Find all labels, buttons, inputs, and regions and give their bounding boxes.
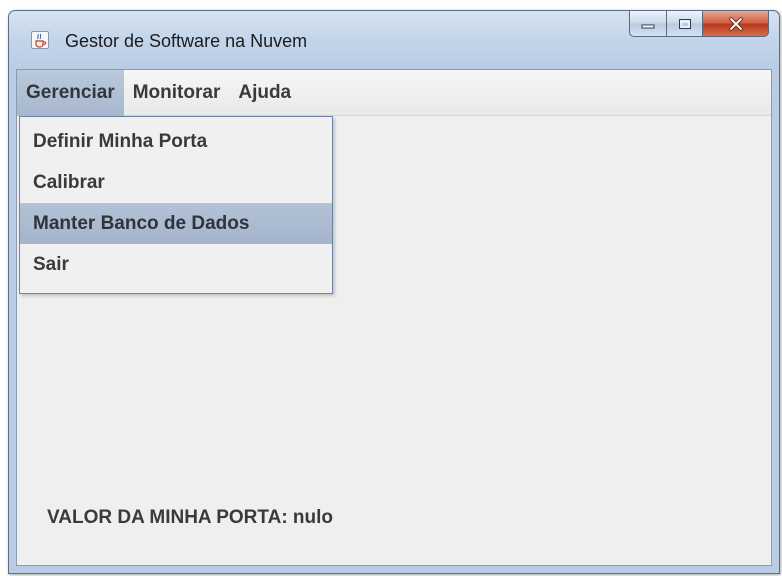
menu-ajuda[interactable]: Ajuda bbox=[229, 70, 300, 116]
app-window: Gestor de Software na Nuvem Gerenciar Mo… bbox=[8, 10, 780, 574]
menu-bar: Gerenciar Monitorar Ajuda bbox=[17, 69, 771, 116]
close-button[interactable] bbox=[703, 11, 769, 37]
window-title: Gestor de Software na Nuvem bbox=[65, 31, 308, 51]
caption-buttons bbox=[629, 11, 769, 39]
maximize-button[interactable] bbox=[667, 11, 703, 37]
client-area: Gerenciar Monitorar Ajuda Definir Minha … bbox=[16, 69, 772, 566]
maximize-icon bbox=[678, 18, 691, 29]
menu-item-sair[interactable]: Sair bbox=[20, 244, 332, 285]
gerenciar-dropdown-menu: Definir Minha Porta Calibrar Manter Banc… bbox=[19, 116, 333, 294]
menu-monitorar[interactable]: Monitorar bbox=[124, 70, 230, 116]
menu-item-manter-banco-de-dados[interactable]: Manter Banco de Dados bbox=[20, 203, 332, 244]
minimize-icon bbox=[641, 24, 655, 28]
title-bar[interactable]: Gestor de Software na Nuvem bbox=[9, 11, 779, 69]
port-value-label: VALOR DA MINHA PORTA: nulo bbox=[47, 507, 334, 528]
menu-item-definir-minha-porta[interactable]: Definir Minha Porta bbox=[20, 121, 332, 162]
java-cup-icon[interactable] bbox=[31, 31, 49, 49]
menu-item-calibrar[interactable]: Calibrar bbox=[20, 162, 332, 203]
minimize-button[interactable] bbox=[629, 11, 667, 37]
menu-gerenciar[interactable]: Gerenciar bbox=[17, 69, 124, 116]
close-icon bbox=[728, 16, 743, 31]
